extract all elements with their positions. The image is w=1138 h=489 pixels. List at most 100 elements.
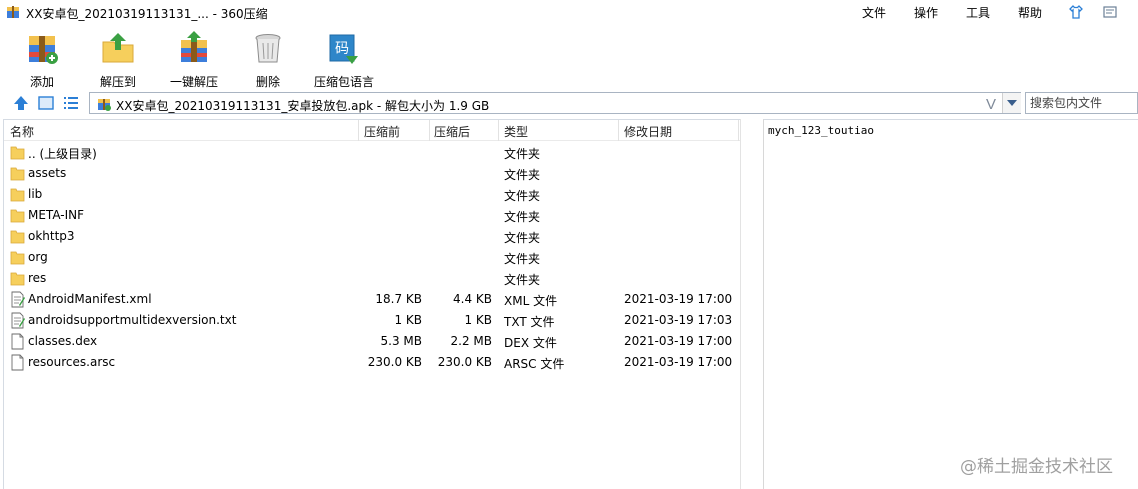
folder-icon [10, 230, 25, 244]
list-view-icon[interactable] [62, 94, 80, 112]
file-row[interactable]: okhttp3 文件夹 [4, 226, 741, 247]
address-dropdown-button[interactable] [1002, 93, 1021, 113]
file-row[interactable]: .. (上级目录) 文件夹 [4, 142, 741, 163]
one-click-extract-icon [181, 31, 207, 62]
add-label: 添加 [29, 75, 54, 89]
delete-button[interactable]: 删除 [238, 28, 298, 89]
column-divider[interactable] [738, 120, 739, 141]
folder-icon [10, 167, 25, 181]
archive-comment-panel: mych_123_toutiao [764, 119, 1138, 489]
file-original-size: 18.7 KB [375, 292, 422, 306]
toolbar: 添加 解压到 一键解压 删除 码 压缩包语言 [0, 24, 1138, 90]
file-compressed-size: 230.0 KB [437, 355, 492, 369]
folder-icon [10, 209, 25, 223]
file-name: classes.dex [28, 334, 98, 348]
file-modified: 2021-03-19 17:00 [624, 334, 733, 348]
code-page-glyph: 码 [335, 41, 349, 57]
file-row[interactable]: org 文件夹 [4, 247, 741, 268]
file-name: AndroidManifest.xml [28, 292, 152, 306]
add-button[interactable]: 添加 [12, 28, 72, 89]
file-type: 文件夹 [504, 252, 541, 266]
thumbnail-view-icon[interactable] [37, 94, 55, 112]
text-file-icon [11, 291, 25, 308]
file-type: XML 文件 [504, 294, 558, 308]
search-input[interactable] [1026, 93, 1137, 113]
file-modified: 2021-03-19 17:03 [624, 313, 733, 327]
menu-help[interactable]: 帮助 [1018, 4, 1042, 20]
file-row[interactable]: lib 文件夹 [4, 184, 741, 205]
archive-language-label: 压缩包语言 [313, 75, 374, 89]
column-divider[interactable] [358, 120, 359, 141]
one-click-extract-button[interactable]: 一键解压 [162, 28, 226, 89]
file-row[interactable]: androidsupportmultidexversion.txt 1 KB 1 K… [4, 310, 741, 331]
column-name-header[interactable]: 名称 [10, 123, 34, 140]
verify-v-glyph: V [986, 96, 996, 112]
file-type: 文件夹 [504, 273, 541, 287]
file-name: META-INF [28, 208, 85, 222]
file-list-header: 名称 压缩前 压缩后 类型 修改日期 [4, 120, 741, 141]
file-modified: 2021-03-19 17:00 [624, 355, 733, 369]
file-row[interactable]: META-INF 文件夹 [4, 205, 741, 226]
verify-v-icon[interactable]: V [982, 94, 1000, 112]
column-type-header[interactable]: 类型 [504, 123, 528, 140]
file-row[interactable]: AndroidManifest.xml 18.7 KB 4.4 KB XML 文件 20… [4, 289, 741, 310]
file-name: .. (上级目录) [28, 147, 97, 161]
column-divider[interactable] [618, 120, 619, 141]
archive-path: XX安卓包_20210319113131_安卓投放包.apk - 解包大小为 1… [116, 99, 490, 113]
file-type: TXT 文件 [504, 315, 555, 329]
blank-file-icon [11, 333, 24, 350]
archive-comment-text: mych_123_toutiao [768, 124, 874, 137]
apk-package-icon [98, 99, 111, 111]
folder-icon [10, 188, 25, 202]
extract-to-label: 解压到 [99, 75, 136, 89]
folder-icon [10, 272, 25, 286]
folder-icon [10, 251, 25, 265]
menu-operation[interactable]: 操作 [914, 4, 938, 20]
app-logo-icon [7, 6, 19, 18]
file-name: resources.arsc [28, 355, 116, 369]
extract-to-button[interactable]: 解压到 [88, 28, 148, 89]
column-compressed-size-header[interactable]: 压缩后 [434, 123, 470, 140]
up-arrow-icon[interactable] [12, 94, 30, 112]
file-name: org [28, 250, 48, 264]
archive-add-icon [29, 36, 58, 64]
file-row[interactable]: res 文件夹 [4, 268, 741, 289]
file-original-size: 1 KB [394, 313, 422, 327]
file-type: 文件夹 [504, 147, 541, 161]
file-row[interactable]: classes.dex 5.3 MB 2.2 MB DEX 文件 2021-03-19 … [4, 331, 741, 352]
column-divider[interactable] [498, 120, 499, 141]
file-compressed-size: 1 KB [464, 313, 492, 327]
address-row: XX安卓包_20210319113131_安卓投放包.apk - 解包大小为 1… [0, 90, 1138, 116]
feedback-icon[interactable] [1102, 4, 1118, 20]
code-page-icon: 码 [329, 34, 358, 64]
skin-shirt-icon[interactable] [1068, 4, 1084, 20]
file-row[interactable]: assets 文件夹 [4, 163, 741, 184]
file-type: 文件夹 [504, 231, 541, 245]
menu-tools[interactable]: 工具 [966, 4, 990, 20]
file-list: 名称 压缩前 压缩后 类型 修改日期 .. (上级目录) 文件夹 assets 文件夹… [3, 119, 741, 489]
file-modified: 2021-03-19 17:00 [624, 292, 733, 306]
file-original-size: 230.0 KB [367, 355, 422, 369]
column-original-size-header[interactable]: 压缩前 [364, 123, 400, 140]
file-compressed-size: 4.4 KB [453, 292, 492, 306]
file-row[interactable]: resources.arsc 230.0 KB 230.0 KB ARSC 文件 202… [4, 352, 741, 373]
file-compressed-size: 2.2 MB [450, 334, 492, 348]
column-divider[interactable] [429, 120, 430, 141]
address-bar[interactable]: XX安卓包_20210319113131_安卓投放包.apk - 解包大小为 1… [89, 92, 1021, 114]
file-name: assets [28, 166, 67, 180]
watermark-text: @稀土掘金技术社区 [960, 457, 1113, 477]
archive-language-button[interactable]: 码 压缩包语言 [308, 28, 380, 89]
file-name: lib [28, 187, 43, 201]
panel-splitter[interactable] [740, 119, 764, 489]
file-type: 文件夹 [504, 168, 541, 182]
chevron-down-icon [1007, 100, 1017, 106]
file-type: ARSC 文件 [504, 357, 565, 371]
menu-file[interactable]: 文件 [862, 4, 886, 20]
file-name: okhttp3 [28, 229, 75, 243]
file-type: 文件夹 [504, 210, 541, 224]
text-file-icon [11, 312, 25, 329]
delete-label: 删除 [255, 75, 280, 89]
column-modified-header[interactable]: 修改日期 [624, 123, 672, 140]
file-name: res [28, 271, 47, 285]
extract-folder-icon [102, 33, 134, 63]
